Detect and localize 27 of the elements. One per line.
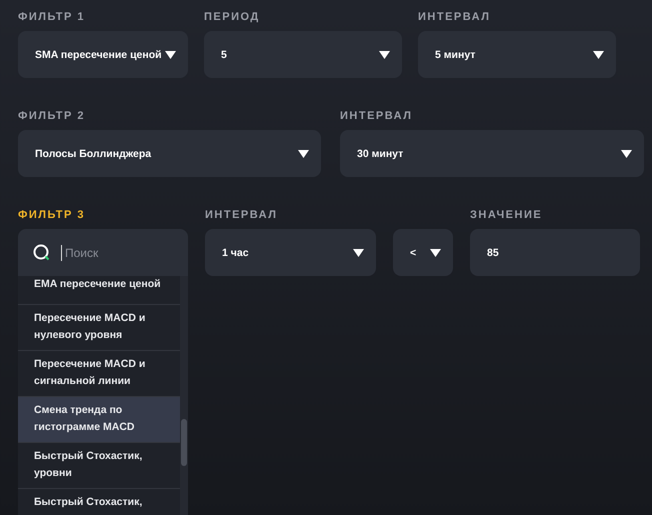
caret-icon — [430, 248, 441, 256]
field-label: ИНТЕРВАЛ — [205, 208, 278, 223]
caret-icon — [298, 150, 309, 158]
input-field[interactable]: 85 — [470, 229, 640, 276]
dropdown-option[interactable]: Смена тренда по гистограмме MACD — [18, 397, 180, 443]
field-label: ФИЛЬТР 1 — [18, 10, 86, 25]
field-label: ФИЛЬТР 3 — [18, 208, 86, 223]
field-label: ПЕРИОД — [204, 10, 261, 25]
dropdown[interactable]: 5 минут — [418, 31, 616, 78]
caret-icon — [379, 50, 390, 58]
field-label: ЗНАЧЕНИЕ — [470, 208, 544, 223]
caret-icon — [353, 248, 364, 256]
field-label: ФИЛЬТР 2 — [18, 109, 86, 124]
caret-icon — [165, 50, 176, 58]
caret-icon — [621, 150, 632, 158]
caret-icon — [593, 50, 604, 58]
field-label: ИНТЕРВАЛ — [340, 109, 414, 124]
dropdown[interactable]: Полосы Боллинджера — [18, 130, 321, 177]
dropdown[interactable]: SMA пересечение ценой — [18, 31, 188, 78]
search-icon — [33, 244, 51, 262]
dropdown[interactable]: < — [393, 229, 453, 276]
dropdown[interactable]: 1 час — [205, 229, 376, 276]
field-label: ИНТЕРВАЛ — [418, 10, 492, 25]
search-field[interactable]: Поиск — [61, 244, 167, 260]
dropdown[interactable]: 30 минут — [340, 130, 644, 177]
scrollbar[interactable] — [180, 276, 188, 515]
dropdown[interactable]: 5 — [204, 31, 402, 78]
